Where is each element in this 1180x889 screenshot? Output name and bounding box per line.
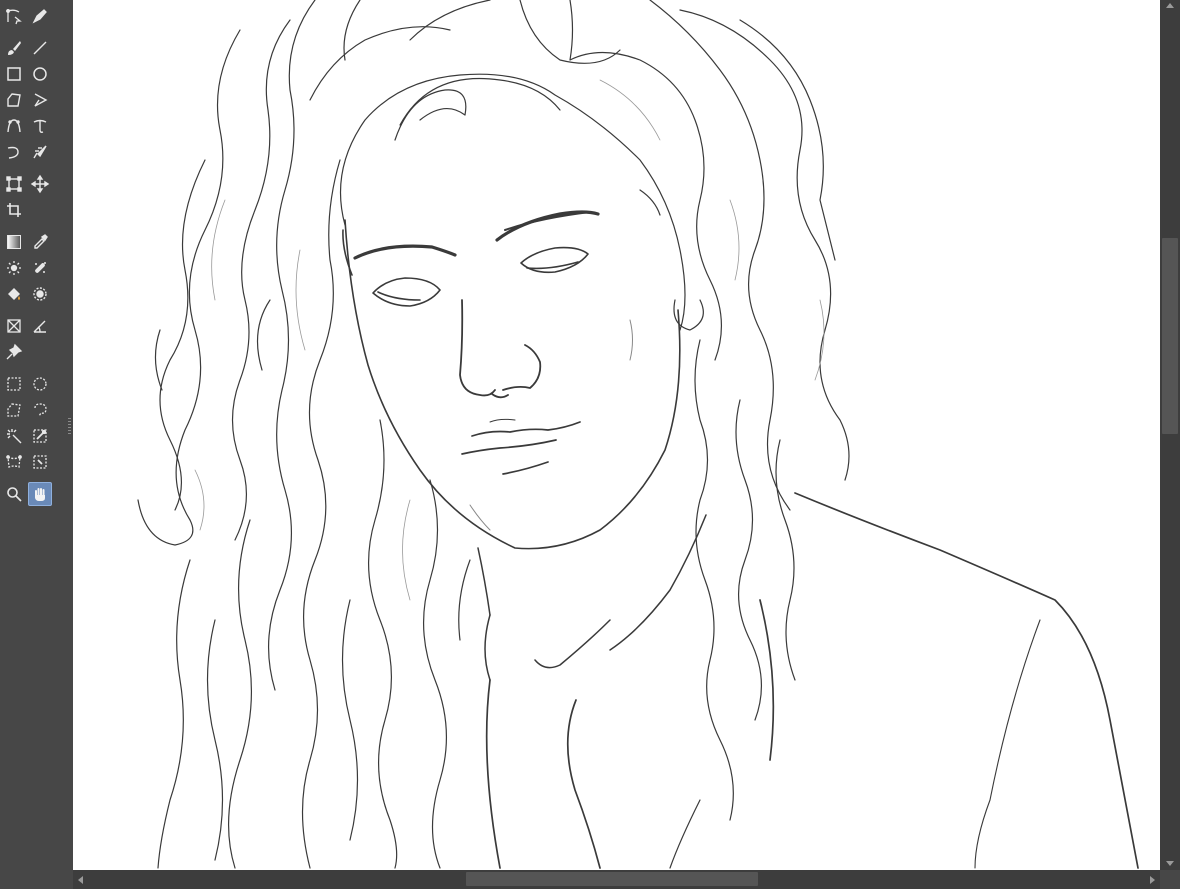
eyedropper-icon (34, 234, 48, 249)
vertical-scrollbar-thumb[interactable] (1162, 238, 1178, 434)
rect-selection-icon (7, 377, 21, 391)
zoom-icon (7, 487, 22, 502)
line-art-sketch (137, 0, 1139, 869)
vertical-scrollbar[interactable] (1160, 0, 1180, 870)
similar-selection-icon (33, 429, 47, 443)
horizontal-scrollbar-thumb[interactable] (466, 872, 758, 886)
drawing-canvas[interactable] (73, 0, 1160, 870)
mouth (461, 418, 581, 475)
pen-icon (32, 9, 47, 24)
gradient-icon (7, 235, 21, 249)
bezier-selection-tool[interactable] (3, 451, 25, 473)
dynamic-brush-tool[interactable] (3, 141, 25, 163)
bezier-curve-tool[interactable] (3, 115, 25, 137)
dynamic-brush-icon (7, 146, 19, 159)
magnetic-selection-icon (33, 455, 47, 469)
line-tool[interactable] (29, 37, 51, 59)
zoom-tool[interactable] (3, 483, 25, 505)
measure-icon (33, 320, 46, 333)
elliptical-selection-tool[interactable] (29, 373, 51, 395)
brush-tool[interactable] (3, 37, 25, 59)
pin-icon (6, 343, 23, 360)
transform-icon (6, 176, 22, 192)
smart-patch-tool[interactable] (29, 257, 51, 279)
toolbox (0, 0, 73, 889)
smart-patch-icon (35, 262, 46, 273)
transform-tool[interactable] (3, 173, 25, 195)
scroll-right-arrow-icon[interactable] (1147, 874, 1157, 886)
colorize-mask-icon (7, 261, 21, 275)
multibrush-tool[interactable] (29, 141, 51, 163)
polyline-icon (34, 93, 48, 107)
magnetic-selection-tool[interactable] (29, 451, 51, 473)
ellipse-tool[interactable] (29, 63, 51, 85)
hair-light-strokes (194, 79, 825, 601)
polyline-tool[interactable] (29, 89, 51, 111)
scroll-down-arrow-icon[interactable] (1164, 858, 1176, 868)
similar-color-selection-tool[interactable] (29, 425, 51, 447)
toolbox-resize-grip[interactable] (68, 418, 71, 434)
rectangle-icon (7, 67, 21, 81)
rectangle-tool[interactable] (3, 63, 25, 85)
scroll-up-arrow-icon[interactable] (1164, 0, 1176, 10)
app-window (0, 0, 1180, 889)
pen-tool[interactable] (29, 5, 51, 27)
move-icon (30, 174, 50, 194)
nose (459, 299, 542, 399)
vector-select-icon (6, 9, 22, 25)
magic-wand-icon (7, 429, 22, 444)
neck (477, 514, 707, 681)
hair (137, 0, 850, 869)
polygon-tool[interactable] (3, 89, 25, 111)
eyes (372, 246, 589, 307)
crop-tool[interactable] (3, 199, 25, 221)
fill-tool[interactable] (3, 283, 25, 305)
ellipse-selection-icon (33, 377, 47, 391)
hand-icon (35, 488, 45, 501)
face-outline (342, 219, 681, 550)
contiguous-selection-tool[interactable] (3, 425, 25, 447)
enclose-fill-icon (33, 287, 47, 301)
freehand-selection-tool[interactable] (29, 399, 51, 421)
eyebrows (353, 210, 600, 260)
multibrush-icon (33, 145, 47, 159)
polygon-selection-icon (7, 403, 21, 417)
measure-tool[interactable] (29, 315, 51, 337)
polygon-icon (7, 93, 21, 107)
rectangular-selection-tool[interactable] (3, 373, 25, 395)
bucket-icon (8, 288, 20, 300)
bezier-selection-icon (6, 455, 22, 468)
reference-images-tool[interactable] (3, 341, 25, 363)
bezier-icon (7, 119, 21, 133)
line-icon (33, 41, 47, 55)
assistant-icon (7, 319, 21, 333)
vector-select-tool[interactable] (3, 5, 25, 27)
colorize-mask-tool[interactable] (3, 257, 25, 279)
freehand-selection-icon (34, 403, 47, 417)
cheek-strokes (469, 319, 633, 531)
freehand-path-icon (33, 119, 47, 133)
move-tool[interactable] (29, 173, 51, 195)
ellipse-icon (33, 67, 47, 81)
gradient-tool[interactable] (3, 231, 25, 253)
scroll-left-arrow-icon[interactable] (75, 874, 85, 886)
scrollbar-corner (1160, 870, 1180, 889)
color-sampler-tool[interactable] (29, 231, 51, 253)
pan-tool[interactable] (28, 482, 52, 506)
assistant-tool[interactable] (3, 315, 25, 337)
crop-icon (7, 203, 21, 217)
polygonal-selection-tool[interactable] (3, 399, 25, 421)
freehand-path-tool[interactable] (29, 115, 51, 137)
brush-icon (8, 41, 21, 55)
shoulders (485, 492, 1139, 869)
horizontal-scrollbar[interactable] (73, 870, 1160, 889)
enclose-fill-tool[interactable] (29, 283, 51, 305)
